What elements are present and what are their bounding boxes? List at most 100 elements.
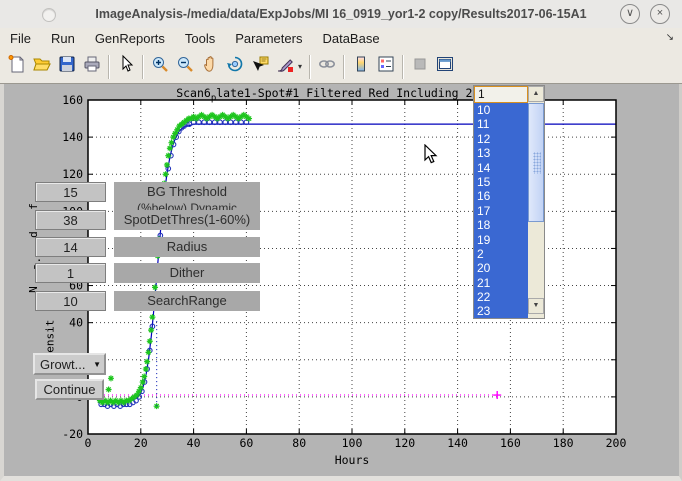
menu-run[interactable]: Run [41,28,85,50]
list-item[interactable]: 10 [474,103,528,117]
dither-label: Dither [114,263,260,283]
spot-det-thres-label: SpotDetThres(1-60%) [114,210,260,230]
svg-text:120: 120 [394,436,415,450]
svg-text:40: 40 [69,316,83,330]
listbox-items: 10 11 12 13 14 15 16 17 18 19 2 20 21 22… [474,103,528,319]
list-item[interactable]: 21 [474,276,528,290]
radius-input[interactable] [35,237,106,257]
svg-text:140: 140 [447,436,468,450]
menu-file[interactable]: File [0,28,41,50]
svg-text:180: 180 [553,436,574,450]
dropdown-caret-icon: ▼ [93,360,101,369]
toolbar-separator [142,55,143,79]
link-plots-button[interactable] [314,54,339,80]
list-item[interactable]: 18 [474,218,528,232]
brush-icon [275,54,295,79]
list-item[interactable]: 22 [474,290,528,304]
list-item[interactable]: 17 [474,204,528,218]
zoom-in-button[interactable] [147,54,172,80]
radius-label: Radius [114,237,260,257]
menu-corner-arrow-icon: ↘ [666,32,674,43]
continue-button[interactable]: Continue [35,379,104,400]
print-button[interactable] [79,54,104,80]
spot-number-listbox: 1 10 11 12 13 14 15 16 17 18 19 2 20 21 … [473,85,545,319]
svg-text:160: 160 [62,93,83,107]
scrollbar-thumb[interactable] [528,103,544,222]
toolbar-separator [309,55,310,79]
pointer-tool-button[interactable] [113,54,138,80]
legend-button[interactable] [373,54,398,80]
menubar: File Run GenReports Tools Parameters Dat… [0,28,682,50]
plot-title-prefix: Scan6 [176,86,211,100]
colorbar-icon [351,54,371,79]
close-button[interactable]: × [650,4,670,24]
hand-icon [200,54,220,79]
printer-icon [82,54,102,79]
save-button[interactable] [54,54,79,80]
list-item[interactable]: 15 [474,175,528,189]
growth-button-label: Growt... [40,357,86,372]
toolbar: ▾ [0,50,682,84]
window-title: ImageAnalysis-/media/data/ExpJobs/MI 16_… [0,7,682,21]
toolbar-separator [108,55,109,79]
pan-tool-button[interactable] [197,54,222,80]
window-icon [42,8,56,22]
zoom-in-icon [150,54,170,79]
menu-tools[interactable]: Tools [175,28,225,50]
zoom-out-icon [175,54,195,79]
save-floppy-icon [57,54,77,79]
new-file-button[interactable] [4,54,29,80]
list-item[interactable]: 14 [474,161,528,175]
spot-det-thres-input[interactable] [35,210,106,230]
menu-database[interactable]: DataBase [312,28,389,50]
list-item[interactable]: 2 [474,247,528,261]
listbox-selected-value[interactable]: 1 [474,86,528,103]
bg-threshold-input[interactable] [35,182,106,202]
continue-button-label: Continue [43,382,95,397]
svg-text:20: 20 [134,436,148,450]
shade-button[interactable]: ∨ [620,4,640,24]
disabled-square-icon [410,54,430,79]
bg-threshold-label: BG Threshold [114,182,260,202]
menu-genreports[interactable]: GenReports [85,28,175,50]
list-item[interactable]: 16 [474,189,528,203]
titlebar: ImageAnalysis-/media/data/ExpJobs/MI 16_… [0,0,682,29]
colorbar-button[interactable] [348,54,373,80]
rotate-3d-icon [225,54,245,79]
insert-button-disabled [407,54,432,80]
svg-text:40: 40 [187,436,201,450]
legend-icon [376,54,396,79]
list-item[interactable]: 23 [474,304,528,318]
data-cursor-button[interactable] [247,54,272,80]
open-folder-icon [32,54,52,79]
list-item[interactable]: 20 [474,261,528,275]
growth-dropdown-button[interactable]: Growt... ▼ [33,353,106,375]
brush-button[interactable] [272,54,297,80]
search-range-input[interactable] [35,291,106,311]
pointer-arrow-icon [116,54,136,79]
brush-dropdown-caret[interactable]: ▾ [295,62,305,71]
zoom-out-button[interactable] [172,54,197,80]
menu-parameters[interactable]: Parameters [225,28,312,50]
svg-text:80: 80 [292,436,306,450]
scrollbar-up-button[interactable]: ▲ [528,86,544,102]
list-item[interactable]: 19 [474,233,528,247]
listbox-scrollbar: ▲ ▼ [528,86,544,318]
scrollbar-grip [533,152,541,174]
scrollbar-down-button[interactable]: ▼ [528,298,544,314]
figure-window-button[interactable] [432,54,457,80]
data-cursor-icon [250,54,270,79]
toolbar-separator [343,55,344,79]
list-item[interactable]: 13 [474,146,528,160]
open-file-button[interactable] [29,54,54,80]
svg-text:60: 60 [239,436,253,450]
y-axis-label-fragment: f [27,203,40,210]
rotate-3d-button[interactable] [222,54,247,80]
list-item[interactable]: 11 [474,117,528,131]
list-item[interactable]: 12 [474,132,528,146]
svg-text:0: 0 [85,436,92,450]
new-file-icon [7,54,27,79]
dither-input[interactable] [35,263,106,283]
chain-link-icon [317,54,337,79]
mouse-cursor-icon [424,144,438,170]
